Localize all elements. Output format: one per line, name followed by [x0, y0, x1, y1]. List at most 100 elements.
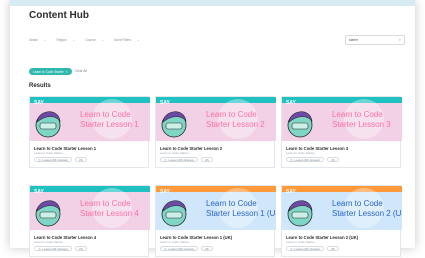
- card-subtitle: Learn to Code Starter: [160, 240, 189, 244]
- chevron-down-icon: ⌄: [137, 38, 140, 42]
- decorative-blob: [92, 99, 132, 139]
- card-subtitle: Learn to Code Starter: [286, 151, 315, 155]
- thumbnail-title-line-1: Learn to Code: [206, 199, 257, 208]
- card-thumbnail[interactable]: SAY Learn to Code Starter Lesson 4: [30, 186, 150, 230]
- search-icon: ⌕: [398, 37, 401, 42]
- chip-label: Learn to Code Starter: [33, 69, 64, 74]
- chevron-down-icon: ⌄: [72, 38, 76, 42]
- card-thumbnail[interactable]: SAY Learn to Code Starter Lesson 2: [156, 97, 276, 141]
- thumbnail-title-line-2: Starter Lesson 3: [332, 120, 391, 129]
- thumbnail-tag: SAY: [160, 100, 170, 106]
- lesson-artwork: SAY Learn to CodeStarter Lesson 2 (UK): [286, 188, 402, 228]
- duration-pill: ◷ Lesson (90 minutes): [160, 246, 198, 251]
- card-pills: ◷ Lesson (90 minutes) US: [34, 246, 87, 251]
- character-glasses: [39, 122, 57, 130]
- region-pill: US: [74, 157, 87, 162]
- thumbnail-title-line-1: Learn to Code: [80, 199, 131, 208]
- duration-text: Lesson (90 minutes): [168, 246, 194, 251]
- thumbnail-title-line-2: Starter Lesson 2 (UK): [332, 209, 402, 218]
- character-glasses: [39, 211, 57, 219]
- thumbnail-tag: SAY: [34, 189, 44, 195]
- result-card[interactable]: SAY Learn to Code Starter Lesson 1 Learn to…: [29, 96, 150, 168]
- lesson-artwork: SAY Learn to CodeStarter Lesson 1: [34, 99, 139, 139]
- search-value: starter: [349, 38, 359, 42]
- filter-more-filters[interactable]: More Filters ⌄: [114, 38, 140, 42]
- results-heading: Results: [29, 83, 51, 89]
- chevron-down-icon: ⌄: [43, 38, 47, 42]
- thumbnail-title-line-1: Learn to Code: [332, 110, 383, 119]
- result-card[interactable]: SAY Learn to Code Starter Lesson 4 Learn to…: [29, 185, 150, 257]
- thumbnail-tag: SAY: [34, 100, 44, 106]
- region-pill: UK: [200, 246, 213, 251]
- card-pills: ◷ Lesson (90 minutes) US: [34, 157, 87, 162]
- card-subtitle: Learn to Code Starter: [286, 240, 315, 244]
- region-pill: US: [74, 246, 87, 251]
- region-pill: US: [326, 157, 339, 162]
- duration-text: Lesson (90 minutes): [42, 246, 68, 251]
- card-thumbnail[interactable]: SAY Learn to Code Starter Lesson 3: [282, 97, 402, 141]
- card-pills: ◷ Lesson (90 minutes) UK: [160, 246, 213, 251]
- result-card[interactable]: SAY Learn to Code Starter Lesson 1 (UK) Lea…: [155, 185, 276, 257]
- decorative-blob: [344, 188, 384, 228]
- duration-pill: ◷ Lesson (90 minutes): [286, 246, 324, 251]
- filter-region[interactable]: Region ⌄: [57, 38, 76, 42]
- lesson-artwork: SAY Learn to CodeStarter Lesson 4: [34, 188, 139, 228]
- page-title: Content Hub: [29, 10, 89, 21]
- thumbnail-title-line-1: Learn to Code: [206, 110, 257, 119]
- card-pills: ◷ Lesson (90 minutes) US: [286, 157, 339, 162]
- card-thumbnail[interactable]: SAY Learn to Code Starter Lesson 1: [30, 97, 150, 141]
- thumbnail-title-line-2: Starter Lesson 2: [206, 120, 265, 129]
- card-pills: ◷ Lesson (90 minutes) US: [160, 157, 213, 162]
- region-pill: UK: [326, 246, 339, 251]
- chevron-down-icon: ⌄: [101, 38, 105, 42]
- character-glasses: [165, 122, 183, 130]
- card-thumbnail[interactable]: SAY Learn to Code Starter Lesson 1 (UK): [156, 186, 276, 230]
- character-glasses: [291, 122, 309, 130]
- duration-text: Lesson (90 minutes): [168, 157, 194, 162]
- lesson-artwork: SAY Learn to CodeStarter Lesson 1 (UK): [160, 188, 276, 228]
- card-pills: ◷ Lesson (90 minutes) UK: [286, 246, 339, 251]
- clock-icon: ◷: [290, 246, 293, 251]
- clock-icon: ◷: [38, 157, 41, 162]
- clear-all-link[interactable]: Clear All: [75, 69, 87, 73]
- card-subtitle: Learn to Code Starter: [160, 151, 189, 155]
- thumbnail-title-line-1: Learn to Code: [332, 199, 383, 208]
- close-icon[interactable]: ×: [66, 70, 68, 74]
- duration-text: Lesson (90 minutes): [42, 157, 68, 162]
- decorative-blob: [344, 99, 384, 139]
- result-card[interactable]: SAY Learn to Code Starter Lesson 2 Learn to…: [155, 96, 276, 168]
- thumbnail-title-line-1: Learn to Code: [80, 110, 131, 119]
- clock-icon: ◷: [290, 157, 293, 162]
- filters-row: Grade ⌄ Region ⌄ Course ⌄ More Filters ⌄: [29, 38, 140, 42]
- character-glasses: [291, 211, 309, 219]
- duration-text: Lesson (90 minutes): [294, 246, 320, 251]
- filter-grade[interactable]: Grade ⌄: [29, 38, 47, 42]
- result-card[interactable]: SAY Learn to Code Starter Lesson 2 (UK) Lea…: [281, 185, 402, 257]
- decorative-blob: [218, 99, 258, 139]
- clock-icon: ◷: [164, 157, 167, 162]
- duration-text: Lesson (90 minutes): [294, 157, 320, 162]
- thumbnail-title-line-2: Starter Lesson 4: [80, 209, 139, 218]
- search-input[interactable]: starter ⌕: [345, 35, 405, 45]
- card-subtitle: Learn to Code Starter: [34, 240, 63, 244]
- card-subtitle: Learn to Code Starter: [34, 151, 63, 155]
- card-thumbnail[interactable]: SAY Learn to Code Starter Lesson 2 (UK): [282, 186, 402, 230]
- filter-more-filters-label: More Filters: [114, 38, 132, 42]
- active-filter-chip[interactable]: Learn to Code Starter ×: [29, 68, 72, 75]
- filter-course-label: Course: [85, 38, 96, 42]
- clock-icon: ◷: [38, 246, 41, 251]
- thumbnail-tag: SAY: [286, 100, 296, 106]
- lesson-artwork: SAY Learn to CodeStarter Lesson 2: [160, 99, 265, 139]
- filter-grade-label: Grade: [29, 38, 38, 42]
- duration-pill: ◷ Lesson (90 minutes): [160, 157, 198, 162]
- thumbnail-tag: SAY: [160, 189, 170, 195]
- decorative-blob: [92, 188, 132, 228]
- clock-icon: ◷: [164, 246, 167, 251]
- region-pill: US: [200, 157, 213, 162]
- duration-pill: ◷ Lesson (90 minutes): [34, 246, 72, 251]
- thumbnail-title-line-2: Starter Lesson 1 (UK): [206, 209, 276, 218]
- top-band: [10, 0, 415, 6]
- filter-course[interactable]: Course ⌄: [85, 38, 104, 42]
- decorative-blob: [218, 188, 258, 228]
- result-card[interactable]: SAY Learn to Code Starter Lesson 3 Learn to…: [281, 96, 402, 168]
